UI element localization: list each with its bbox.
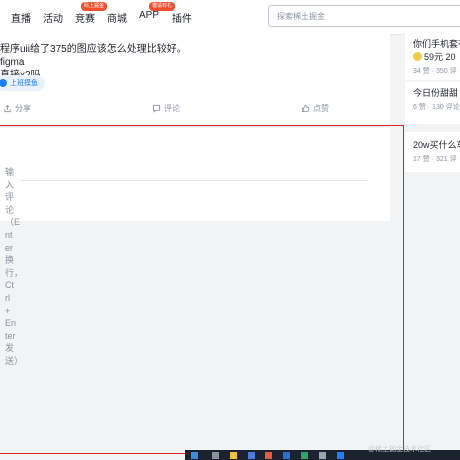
comment-icon: [152, 104, 161, 113]
circle-tag[interactable]: 上班摸鱼: [0, 75, 45, 91]
sidebar-card-meta: 6 赞 · 130 评论: [413, 104, 460, 111]
comment-editor[interactable]: [0, 128, 390, 221]
app-icon[interactable]: [337, 452, 344, 459]
nav-item-mall[interactable]: 商城: [107, 10, 127, 25]
sidebar-card-sub: 59元 20: [413, 50, 456, 63]
browser-icon[interactable]: [265, 452, 272, 459]
sidebar-card-title: 今日份甜甜: [413, 88, 459, 98]
sidebar-card[interactable]: 20w买什么车 17 赞 · 321 评: [405, 132, 460, 172]
nav-item-live[interactable]: 直播: [11, 10, 31, 25]
top-navigation: 直播 活动 竞赛 码上掘金 商城 APP 邀请有礼 插件 探索稀土掘金: [0, 0, 460, 35]
nav-item-app[interactable]: APP 邀请有礼: [139, 2, 176, 21]
like-label: 点赞: [313, 104, 329, 113]
comment-divider: [20, 180, 368, 181]
folder-icon[interactable]: [230, 452, 237, 459]
circle-icon: [0, 79, 7, 87]
nav-item-label: 竞赛: [75, 14, 95, 25]
share-label: 分享: [15, 104, 31, 113]
post-text-line: 程序uii给了375的图应该怎么处理比较好。figma: [0, 44, 187, 68]
competition-badge: 码上掘金: [81, 2, 108, 11]
app-icon[interactable]: [319, 452, 326, 459]
sidebar-card-meta: 17 赞 · 321 评: [413, 156, 457, 163]
sidebar-card-title: 你们手机套有: [413, 39, 460, 49]
sidebar-card[interactable]: 今日份甜甜 6 赞 · 130 评论: [405, 82, 460, 124]
watermark: @稀土掘金技术社区: [368, 446, 432, 453]
share-button[interactable]: 分享: [3, 103, 31, 114]
sidebar-card-meta: 34 赞 · 350 评: [413, 68, 457, 75]
app-icon[interactable]: [301, 452, 308, 459]
nav-item-plugin[interactable]: 插件: [172, 10, 192, 25]
like-button[interactable]: 点赞: [301, 103, 329, 114]
sidebar-card-title: 20w买什么车: [413, 140, 460, 150]
share-icon: [4, 104, 11, 113]
search-input[interactable]: 探索稀土掘金: [268, 5, 460, 27]
comment-button[interactable]: 评论: [152, 103, 180, 114]
post-card: 程序uii给了375的图应该怎么处理比较好。figma 直接x2吗 上班摸鱼 分…: [0, 34, 390, 127]
nav-item-competition[interactable]: 竞赛 码上掘金: [75, 2, 108, 25]
sidebar-card-sub-text: 59元 20: [424, 52, 456, 62]
nav-item-label: APP: [139, 10, 160, 21]
smile-emoji-icon: [413, 52, 422, 61]
app-icon[interactable]: [248, 452, 255, 459]
comment-label: 评论: [164, 104, 180, 113]
thumbs-up-icon: [301, 104, 310, 113]
app-icon[interactable]: [212, 452, 219, 459]
vscode-icon[interactable]: [283, 452, 290, 459]
comment-input[interactable]: 输入评论（Enter换行，Ctrl + Enter发送）: [5, 166, 23, 368]
sidebar-card[interactable]: 你们手机套有 59元 20 34 赞 · 350 评: [405, 34, 460, 80]
windows-icon[interactable]: [191, 452, 198, 459]
circle-tag-label: 上班摸鱼: [10, 80, 38, 87]
nav-item-activity[interactable]: 活动: [43, 10, 63, 25]
